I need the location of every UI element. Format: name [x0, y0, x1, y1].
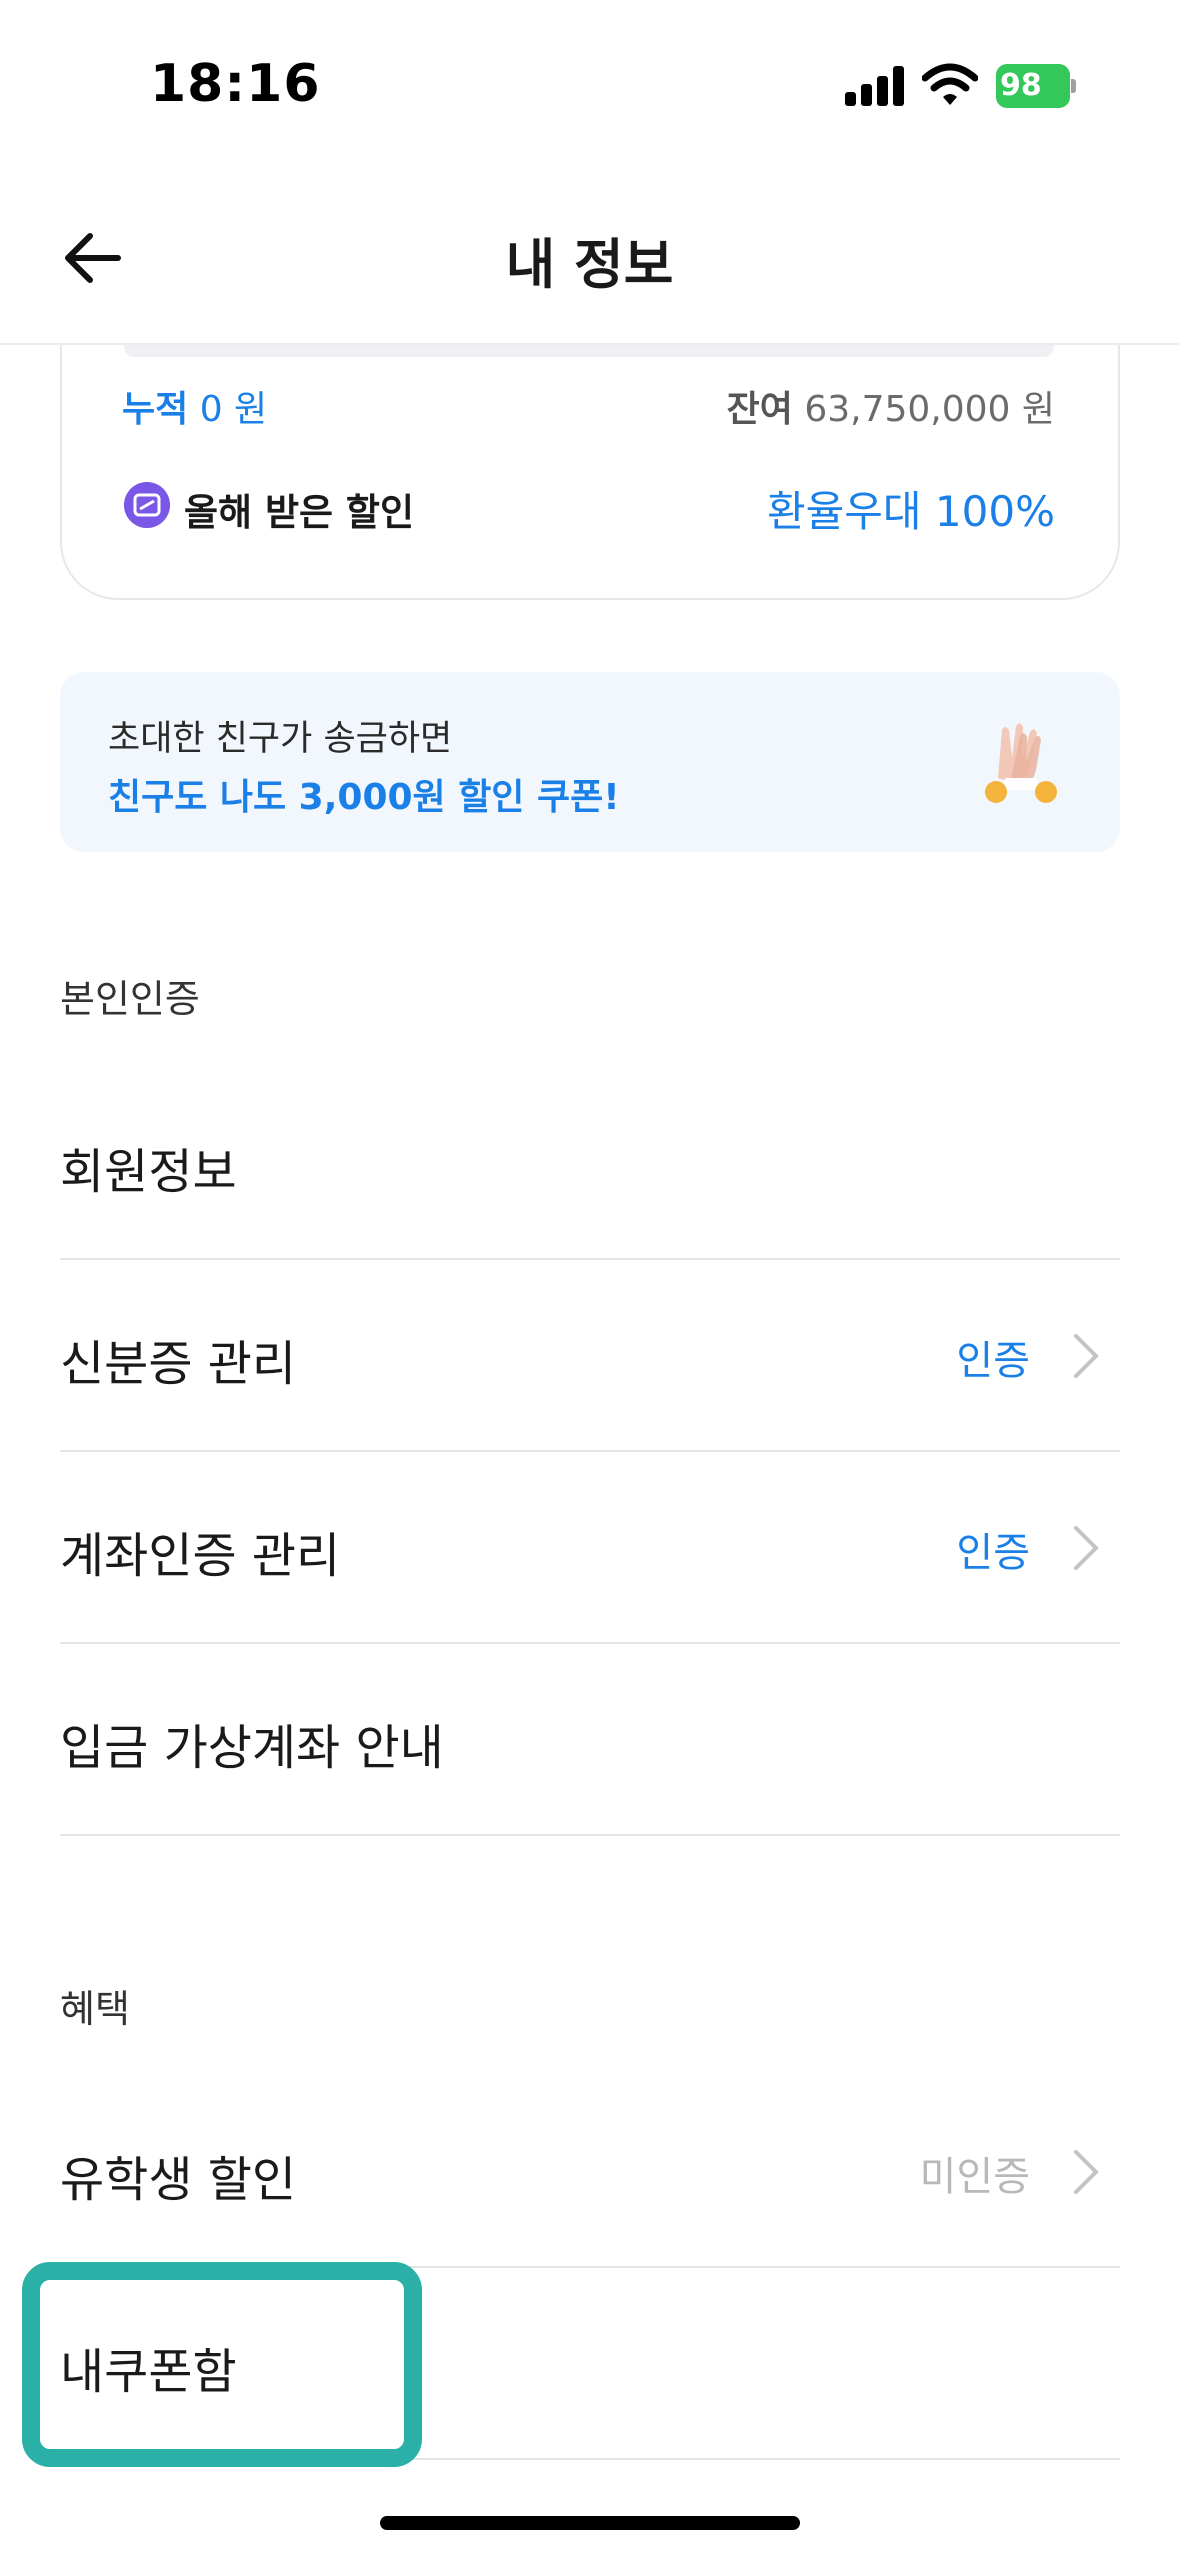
high-five-hands-icon: [985, 723, 1057, 803]
section-title-verification: 본인인증: [60, 977, 200, 1021]
status-time: 18:16: [150, 54, 321, 114]
card-progress-track: [124, 345, 1054, 357]
row-label: 계좌인증 관리: [60, 1528, 341, 1584]
row-virtual-account-info[interactable]: 입금 가상계좌 안내: [60, 1644, 1120, 1836]
page-title: 내 정보: [505, 233, 674, 296]
row-id-card-management[interactable]: 신분증 관리 인증: [60, 1260, 1120, 1452]
discount-value[interactable]: 환율우대 100%: [767, 478, 1055, 539]
cellular-signal-icon: [845, 66, 905, 106]
invite-banner[interactable]: [60, 672, 1120, 852]
banner-text: 초대한 친구가 송금하면: [108, 719, 453, 759]
row-label: 유학생 할인: [60, 2152, 297, 2208]
row-member-info[interactable]: 회원정보: [60, 1068, 1120, 1260]
status-verified: 인증: [956, 1530, 1030, 1576]
wifi-icon: [922, 63, 978, 105]
balance-amount: 잔여 63,750,000 원: [726, 389, 1055, 430]
chevron-right-icon: [1074, 1334, 1099, 1378]
home-indicator[interactable]: [380, 2516, 800, 2530]
cumulative-amount: 누적 0 원: [122, 389, 268, 430]
row-label: 신분증 관리: [60, 1336, 297, 1392]
chevron-right-icon: [1074, 2150, 1099, 2194]
section-title-benefits: 혜택: [60, 1987, 130, 2031]
discount-label: 올해 받은 할인: [184, 491, 415, 534]
battery-level: 98: [1000, 68, 1042, 103]
row-label: 입금 가상계좌 안내: [60, 1720, 444, 1776]
status-verified: 인증: [956, 1338, 1030, 1384]
row-label: 회원정보: [60, 1144, 237, 1200]
discount-icon: [124, 482, 170, 528]
status-unverified: 미인증: [919, 2154, 1030, 2200]
row-student-discount[interactable]: 유학생 할인 미인증: [60, 2076, 1120, 2268]
battery-icon: 98: [996, 64, 1076, 108]
highlight-box: [22, 2262, 422, 2467]
banner-highlight-text: 친구도 나도 3,000원 할인 쿠폰!: [108, 777, 620, 818]
row-account-verification[interactable]: 계좌인증 관리 인증: [60, 1452, 1120, 1644]
chevron-right-icon: [1074, 1526, 1099, 1570]
